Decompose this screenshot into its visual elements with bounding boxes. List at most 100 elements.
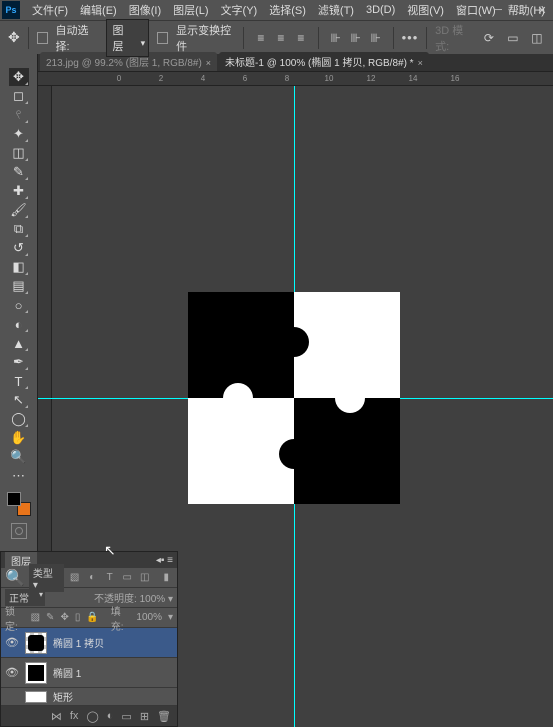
- eraser-tool[interactable]: ◧: [9, 258, 29, 276]
- align-left-icon[interactable]: ≡: [252, 29, 270, 47]
- filter-kind-dropdown[interactable]: 类型 ▾: [29, 564, 64, 592]
- ruler-tick: 0: [98, 74, 140, 83]
- document-tab-1[interactable]: 未标题-1 @ 100% (椭圆 1 拷贝, RGB/8#) * ×: [219, 52, 429, 71]
- mode-3d-orbit-icon[interactable]: ⟳: [481, 29, 497, 47]
- color-swatches[interactable]: [7, 492, 31, 516]
- new-layer-icon[interactable]: ⊞: [140, 710, 149, 723]
- menu-filter[interactable]: 滤镜(T): [312, 0, 360, 20]
- filter-search-icon[interactable]: 🔍: [5, 568, 25, 588]
- close-tab-icon[interactable]: ×: [206, 58, 211, 68]
- ruler-tick: 12: [350, 74, 392, 83]
- adjustment-layer-icon[interactable]: ◐: [107, 710, 114, 722]
- visibility-toggle[interactable]: 👁: [5, 636, 19, 649]
- foreground-color-swatch[interactable]: [7, 492, 21, 506]
- magic-wand-tool[interactable]: ✦: [9, 125, 29, 143]
- menu-view[interactable]: 视图(V): [401, 0, 450, 20]
- close-tab-icon[interactable]: ×: [418, 58, 423, 68]
- menu-file[interactable]: 文件(F): [26, 0, 74, 20]
- layer-row[interactable]: 矩形: [1, 688, 177, 706]
- distribute-bot-icon[interactable]: ⊪: [367, 29, 385, 47]
- pen-tool[interactable]: ▲: [9, 334, 29, 352]
- healing-tool[interactable]: ✚: [9, 182, 29, 200]
- type-tool[interactable]: T: [9, 372, 29, 390]
- brush-tool[interactable]: 🖌: [9, 201, 29, 219]
- zoom-tool[interactable]: 🔍: [9, 448, 29, 466]
- layer-fx-icon[interactable]: fx: [70, 710, 79, 722]
- menu-3d[interactable]: 3D(D): [360, 2, 401, 18]
- align-center-icon[interactable]: ≡: [272, 29, 290, 47]
- quadrant-br: [294, 398, 400, 504]
- distribute-mid-icon[interactable]: ⊪: [347, 29, 365, 47]
- layer-row[interactable]: 👁 椭圆 1: [1, 658, 177, 688]
- layer-row[interactable]: 👁 椭圆 1 拷贝: [1, 628, 177, 658]
- filter-type-icon[interactable]: T: [103, 571, 117, 585]
- lock-all-icon[interactable]: 🔒: [86, 612, 98, 623]
- lock-transparency-icon[interactable]: ▧: [31, 612, 40, 623]
- lasso-tool[interactable]: 𓍢: [9, 106, 29, 124]
- menu-image[interactable]: 图像(I): [123, 0, 167, 20]
- group-icon[interactable]: ▭: [121, 710, 131, 723]
- minimize-button[interactable]: ─: [487, 0, 509, 20]
- menu-select[interactable]: 选择(S): [263, 0, 312, 20]
- blur-tool[interactable]: ○: [9, 296, 29, 314]
- layer-name[interactable]: 矩形: [53, 689, 73, 704]
- blend-mode-dropdown[interactable]: 正常: [5, 589, 45, 606]
- mode-3d-slide-icon[interactable]: ◫: [529, 29, 545, 47]
- align-right-icon[interactable]: ≡: [292, 29, 310, 47]
- filter-pixel-icon[interactable]: ▧: [68, 571, 82, 585]
- filter-toggle[interactable]: ▮: [159, 571, 173, 585]
- dodge-tool[interactable]: ◐: [9, 315, 29, 333]
- edit-toolbar[interactable]: ⋯: [9, 467, 29, 485]
- filter-shape-icon[interactable]: ▭: [120, 571, 134, 585]
- delete-layer-icon[interactable]: 🗑: [157, 710, 171, 723]
- layer-mask-icon[interactable]: ◯: [86, 710, 98, 723]
- crop-tool[interactable]: ◫: [9, 144, 29, 162]
- panel-menu-icon[interactable]: ◂▪ ≡: [156, 555, 173, 566]
- link-layers-icon[interactable]: ⋈: [51, 710, 62, 723]
- stamp-tool[interactable]: ⧉: [9, 220, 29, 238]
- align-group: ≡ ≡ ≡: [252, 29, 310, 47]
- more-options-icon[interactable]: •••: [402, 30, 419, 45]
- marquee-tool[interactable]: ◻: [9, 87, 29, 105]
- layer-thumbnail[interactable]: [25, 691, 47, 703]
- circle-black-1: [279, 327, 309, 357]
- menu-layer[interactable]: 图层(L): [167, 0, 214, 20]
- pen-free-tool[interactable]: ✒: [9, 353, 29, 371]
- layer-thumbnail[interactable]: [25, 632, 47, 654]
- ruler-horizontal: 0 2 4 6 8 10 12 14 16: [38, 72, 553, 86]
- eyedropper-tool[interactable]: ✎: [9, 163, 29, 181]
- lock-position-icon[interactable]: ✥: [60, 612, 68, 623]
- hand-tool[interactable]: ✋: [9, 429, 29, 447]
- opacity-value[interactable]: 100%: [140, 594, 166, 605]
- auto-select-target[interactable]: 图层: [106, 19, 150, 57]
- distribute-top-icon[interactable]: ⊪: [327, 29, 345, 47]
- show-transform-checkbox[interactable]: [157, 32, 168, 44]
- close-button[interactable]: ✕: [531, 0, 553, 20]
- quick-mask-toggle[interactable]: [11, 523, 27, 539]
- filter-adjust-icon[interactable]: ◐: [85, 571, 99, 585]
- menu-edit[interactable]: 编辑(E): [74, 0, 123, 20]
- layer-thumbnail[interactable]: [25, 662, 47, 684]
- gradient-tool[interactable]: ▤: [9, 277, 29, 295]
- blend-opacity-row: 正常 不透明度: 100% ▾: [1, 588, 177, 608]
- doc-tab-1-label: 未标题-1 @ 100% (椭圆 1 拷贝, RGB/8#) *: [225, 58, 414, 69]
- lock-pixels-icon[interactable]: ✎: [46, 612, 54, 623]
- shape-tool[interactable]: ◯: [9, 410, 29, 428]
- layer-name[interactable]: 椭圆 1: [53, 665, 81, 680]
- history-brush-tool[interactable]: ↺: [9, 239, 29, 257]
- mode-3d-pan-icon[interactable]: ▭: [505, 29, 521, 47]
- auto-select-checkbox[interactable]: [37, 32, 48, 44]
- menu-type[interactable]: 文字(Y): [215, 0, 264, 20]
- lock-artboard-icon[interactable]: ▯: [75, 612, 81, 623]
- visibility-toggle[interactable]: 👁: [5, 666, 19, 679]
- maximize-button[interactable]: □: [509, 0, 531, 20]
- path-tool[interactable]: ↖: [9, 391, 29, 409]
- lock-fill-row: 锁定: ▧ ✎ ✥ ▯ 🔒 填充: 100% ▾: [1, 608, 177, 628]
- ruler-tick: 6: [224, 74, 266, 83]
- fill-value[interactable]: 100%: [136, 612, 162, 623]
- filter-smart-icon[interactable]: ◫: [138, 571, 152, 585]
- auto-select-label: 自动选择:: [56, 22, 98, 54]
- move-tool[interactable]: ✥: [9, 68, 29, 86]
- layer-name[interactable]: 椭圆 1 拷贝: [53, 635, 104, 650]
- ruler-tick: 14: [392, 74, 434, 83]
